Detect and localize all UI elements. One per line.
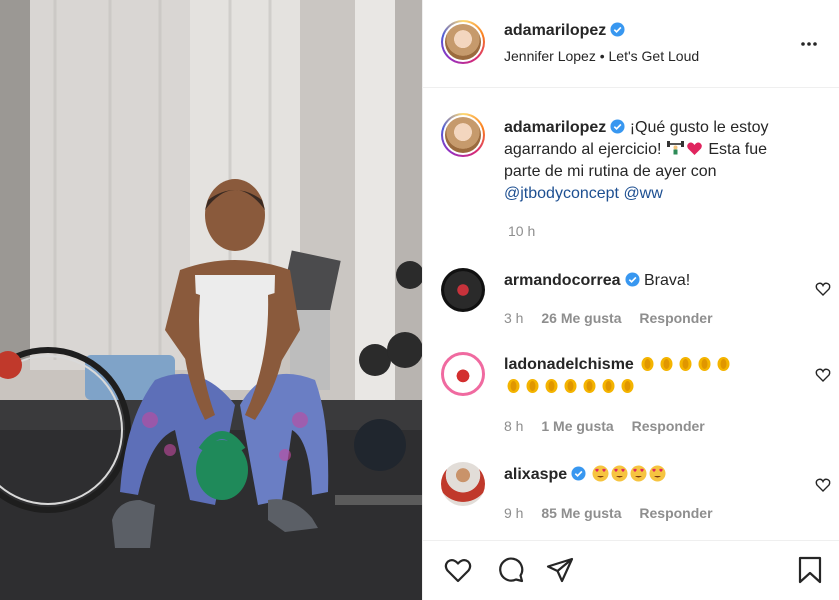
audio-track[interactable]: Jennifer Lopez • Let's Get Loud: [504, 48, 699, 64]
caption-avatar[interactable]: [441, 113, 485, 157]
comment-time: 3 h: [504, 310, 524, 326]
comment-meta: 8 h 1 Me gusta Responder: [504, 418, 719, 434]
comment-body: ladonadelchisme: [504, 354, 794, 398]
post-header: adamarilopez Jennifer Lopez • Let's Get …: [423, 0, 839, 88]
reply-button[interactable]: Responder: [639, 505, 712, 521]
author-avatar[interactable]: [441, 20, 485, 64]
verified-badge-icon: [624, 272, 640, 287]
small-heart-icon[interactable]: [815, 281, 831, 297]
comment-body: armandocorrea Brava!: [504, 270, 794, 292]
heart-icon[interactable]: [443, 555, 473, 585]
comment-username[interactable]: ladonadelchisme: [504, 356, 634, 373]
author-username[interactable]: adamarilopez: [504, 22, 606, 39]
caption-line-2: agarrando al ejercicio!: [504, 141, 662, 158]
comment-meta: 9 h 85 Me gusta Responder: [504, 505, 727, 521]
comment-time: 8 h: [504, 418, 524, 434]
small-heart-icon[interactable]: [815, 367, 831, 383]
comment-likes[interactable]: 26 Me gusta: [541, 310, 621, 326]
comment-username[interactable]: alixaspe: [504, 466, 567, 483]
small-heart-icon[interactable]: [815, 477, 831, 493]
post-details-panel: adamarilopez Jennifer Lopez • Let's Get …: [422, 0, 839, 600]
comment-body: alixaspe: [504, 464, 794, 486]
comment-time: 9 h: [504, 505, 524, 521]
reply-button[interactable]: Responder: [639, 310, 712, 326]
post-video[interactable]: [0, 0, 422, 600]
caption-text: adamarilopez ¡Qué gusto le estoy agarran…: [504, 117, 824, 205]
mention-ww[interactable]: @ww: [623, 185, 662, 202]
caption-line-4: parte de mi rutina de ayer con: [504, 163, 717, 180]
caption-line-3: Esta fue: [708, 141, 768, 158]
comment-text: Brava!: [643, 272, 691, 289]
comment-avatar[interactable]: [441, 462, 485, 506]
comment-bubble-icon[interactable]: [495, 555, 525, 585]
comment-avatar[interactable]: [441, 268, 485, 312]
caption-line-1: ¡Qué gusto le estoy: [629, 119, 769, 136]
heart-emoji-icon: [687, 142, 702, 155]
bookmark-icon[interactable]: [795, 555, 825, 585]
weightlifter-emoji-icon: [666, 141, 684, 155]
reply-button[interactable]: Responder: [632, 418, 705, 434]
verified-badge-icon: [610, 119, 625, 134]
comment-likes[interactable]: 85 Me gusta: [541, 505, 621, 521]
paper-plane-icon[interactable]: [545, 555, 575, 585]
more-options-icon[interactable]: [799, 34, 819, 54]
workout-video-frame: [0, 0, 422, 600]
comment-likes[interactable]: 1 Me gusta: [541, 418, 613, 434]
heart-eyes-emojis: [591, 465, 667, 483]
post-action-bar: [423, 540, 839, 600]
verified-badge-icon: [610, 22, 625, 37]
author-username-row: adamarilopez: [504, 22, 625, 40]
post-timestamp: 10 h: [508, 223, 536, 239]
comment-avatar[interactable]: [441, 352, 485, 396]
comment-meta: 3 h 26 Me gusta Responder: [504, 310, 727, 326]
mention-jtbodyconcept[interactable]: @jtbodyconcept: [504, 185, 619, 202]
comment-username[interactable]: armandocorrea: [504, 272, 621, 289]
verified-badge-icon: [571, 466, 586, 481]
caption-username[interactable]: adamarilopez: [504, 119, 606, 136]
